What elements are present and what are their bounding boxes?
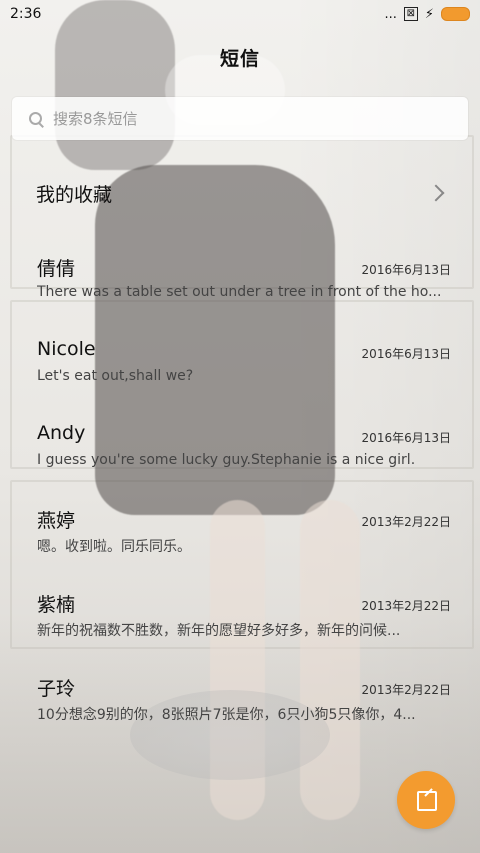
message-preview: 10分想念9别的你，8张照片7张是你，6只小狗5只像你，4... <box>37 707 416 723</box>
contact-name: 燕婷 <box>37 510 76 532</box>
search-box[interactable]: 搜索8条短信 <box>12 97 468 140</box>
contact-name: Andy <box>37 422 86 444</box>
message-preview: 新年的祝福数不胜数，新年的愿望好多好多，新年的问候... <box>37 623 401 639</box>
message-preview: I guess you're some lucky guy.Stephanie … <box>37 452 416 468</box>
page-title: 短信 <box>219 48 260 70</box>
message-row[interactable]: 倩倩 2016年6月13日 There was a table set out … <box>0 250 480 334</box>
contact-name: 倩倩 <box>37 258 76 280</box>
compose-button[interactable] <box>397 771 455 829</box>
status-bar: 2:36 ... ⊠ ⚡ <box>0 0 480 28</box>
notification-icon: ⊠ <box>403 7 418 21</box>
message-row[interactable]: 子玲 2013年2月22日 10分想念9别的你，8张照片7张是你，6只小狗5只像… <box>0 670 480 754</box>
message-preview: 嗯。收到啦。同乐同乐。 <box>37 539 191 555</box>
message-date: 2013年2月22日 <box>361 599 451 613</box>
more-dots-icon: ... <box>384 6 397 22</box>
contact-name: 子玲 <box>37 678 76 700</box>
search-icon <box>28 111 44 127</box>
contact-name: 紫楠 <box>37 594 76 616</box>
message-date: 2016年6月13日 <box>361 347 451 361</box>
messages-screen: 2:36 ... ⊠ ⚡ 短信 搜索8条短信 我的收藏 倩倩 2016年6月13… <box>0 0 480 853</box>
message-date: 2013年2月22日 <box>361 683 451 697</box>
message-preview: Let's eat out,shall we? <box>37 368 194 384</box>
bolt-icon: ⚡ <box>424 6 434 22</box>
message-row[interactable]: 燕婷 2013年2月22日 嗯。收到啦。同乐同乐。 <box>0 502 480 586</box>
battery-icon <box>441 7 470 21</box>
message-date: 2016年6月13日 <box>361 431 451 445</box>
message-preview: There was a table set out under a tree i… <box>37 284 442 300</box>
contact-name: Nicole <box>37 338 96 360</box>
favorites-label: 我的收藏 <box>36 183 113 206</box>
search-placeholder: 搜索8条短信 <box>53 110 138 128</box>
message-row[interactable]: Andy 2016年6月13日 I guess you're some luck… <box>0 418 480 502</box>
message-row[interactable]: Nicole 2016年6月13日 Let's eat out,shall we… <box>0 334 480 418</box>
compose-icon <box>417 791 437 811</box>
status-icons: ... ⊠ ⚡ <box>384 7 470 22</box>
message-list: 倩倩 2016年6月13日 There was a table set out … <box>0 250 480 754</box>
message-date: 2016年6月13日 <box>361 263 451 277</box>
chevron-right-icon <box>427 184 445 202</box>
message-row[interactable]: 紫楠 2013年2月22日 新年的祝福数不胜数，新年的愿望好多好多，新年的问候.… <box>0 586 480 670</box>
favorites-row[interactable]: 我的收藏 <box>0 176 480 210</box>
status-time: 2:36 <box>10 6 42 22</box>
message-date: 2013年2月22日 <box>361 515 451 529</box>
